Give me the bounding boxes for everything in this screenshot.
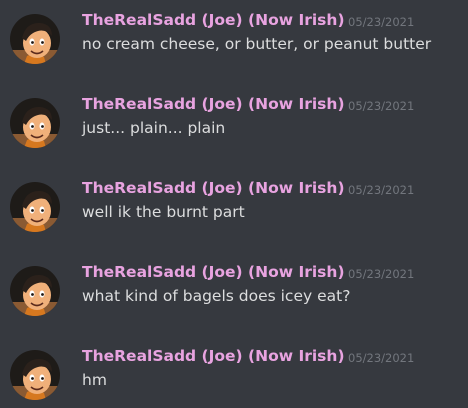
message-item: TheRealSadd (Joe) (Now Irish) 05/23/2021… (0, 252, 468, 324)
cartoon-boy-avatar-icon (10, 266, 60, 316)
message-item: TheRealSadd (Joe) (Now Irish) 05/23/2021… (0, 168, 468, 240)
message-content: just... plain... plain (82, 119, 226, 137)
message-timestamp: 05/23/2021 (348, 15, 415, 29)
message-item: TheRealSadd (Joe) (Now Irish) 05/23/2021… (0, 336, 468, 408)
cartoon-boy-avatar-icon (10, 14, 60, 64)
cartoon-boy-avatar-icon (10, 182, 60, 232)
cartoon-boy-avatar-icon (10, 350, 60, 400)
message-timestamp: 05/23/2021 (348, 351, 415, 365)
message-timestamp: 05/23/2021 (348, 267, 415, 281)
message-item: TheRealSadd (Joe) (Now Irish) 05/23/2021… (0, 84, 468, 156)
message-timestamp: 05/23/2021 (348, 99, 415, 113)
cartoon-boy-avatar-icon (10, 98, 60, 148)
message-timestamp: 05/23/2021 (348, 183, 415, 197)
message-content: no cream cheese, or butter, or peanut bu… (82, 35, 432, 53)
avatar[interactable] (10, 266, 60, 316)
message-item: TheRealSadd (Joe) (Now Irish) 05/23/2021… (0, 0, 468, 72)
message-content: well ik the burnt part (82, 203, 245, 221)
message-content: what kind of bagels does icey eat? (82, 287, 351, 305)
username[interactable]: TheRealSadd (Joe) (Now Irish) (82, 179, 345, 197)
avatar[interactable] (10, 98, 60, 148)
avatar[interactable] (10, 14, 60, 64)
message-content: hm (82, 371, 107, 389)
avatar[interactable] (10, 182, 60, 232)
chat-message-list: TheRealSadd (Joe) (Now Irish) 05/23/2021… (0, 0, 468, 407)
username[interactable]: TheRealSadd (Joe) (Now Irish) (82, 347, 345, 365)
username[interactable]: TheRealSadd (Joe) (Now Irish) (82, 11, 345, 29)
avatar[interactable] (10, 350, 60, 400)
username[interactable]: TheRealSadd (Joe) (Now Irish) (82, 263, 345, 281)
username[interactable]: TheRealSadd (Joe) (Now Irish) (82, 95, 345, 113)
